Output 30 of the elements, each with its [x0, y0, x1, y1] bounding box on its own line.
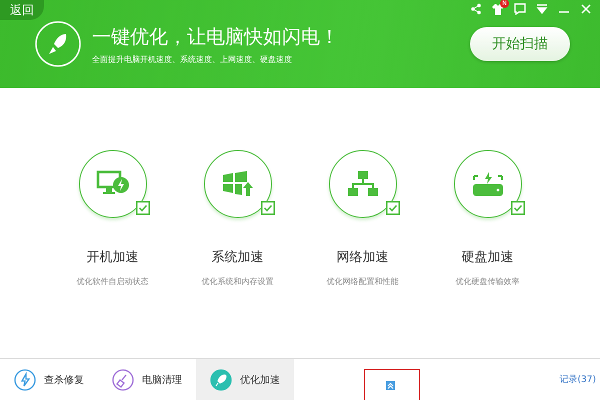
banner-subtitle: 全面提升电脑开机速度、系统速度、上网速度、硬盘速度: [92, 54, 293, 64]
checkbox[interactable]: [260, 201, 274, 215]
footer-tab[interactable]: 优化加速: [196, 359, 294, 400]
network-icon: [346, 170, 378, 198]
feature-description: 优化网络配置和性能: [326, 276, 398, 287]
checkbox[interactable]: [136, 201, 150, 215]
checkbox[interactable]: [386, 201, 400, 215]
banner-title: 一键优化，让电脑快如闪电！: [92, 24, 340, 50]
chat-icon[interactable]: [514, 3, 526, 15]
checkbox[interactable]: [510, 201, 524, 215]
feature-title: 硬盘加速: [462, 249, 514, 266]
share-icon[interactable]: [470, 3, 482, 15]
feature-description: 优化软件自启动状态: [76, 276, 148, 287]
back-button[interactable]: 返回: [0, 0, 44, 20]
footer-tab[interactable]: 查杀修复: [0, 359, 98, 400]
feature-description: 优化系统和内存设置: [202, 276, 274, 287]
start-scan-button[interactable]: 开始扫描: [470, 27, 570, 61]
history-link[interactable]: 记录(37): [560, 373, 596, 386]
expand-up-icon[interactable]: [386, 381, 395, 390]
feature-title: 系统加速: [212, 249, 264, 266]
lightning-icon: [14, 368, 36, 390]
windows-arrow-icon: [222, 170, 254, 198]
feature-title: 开机加速: [86, 249, 138, 266]
close-icon[interactable]: [580, 3, 592, 15]
menu-icon[interactable]: [536, 3, 548, 15]
feature-title: 网络加速: [336, 249, 388, 266]
hard-disk-icon: [470, 170, 504, 198]
footer-tab[interactable]: 电脑清理: [98, 359, 196, 400]
broom-icon: [112, 368, 134, 390]
feature-description: 优化硬盘传输效率: [456, 276, 520, 287]
